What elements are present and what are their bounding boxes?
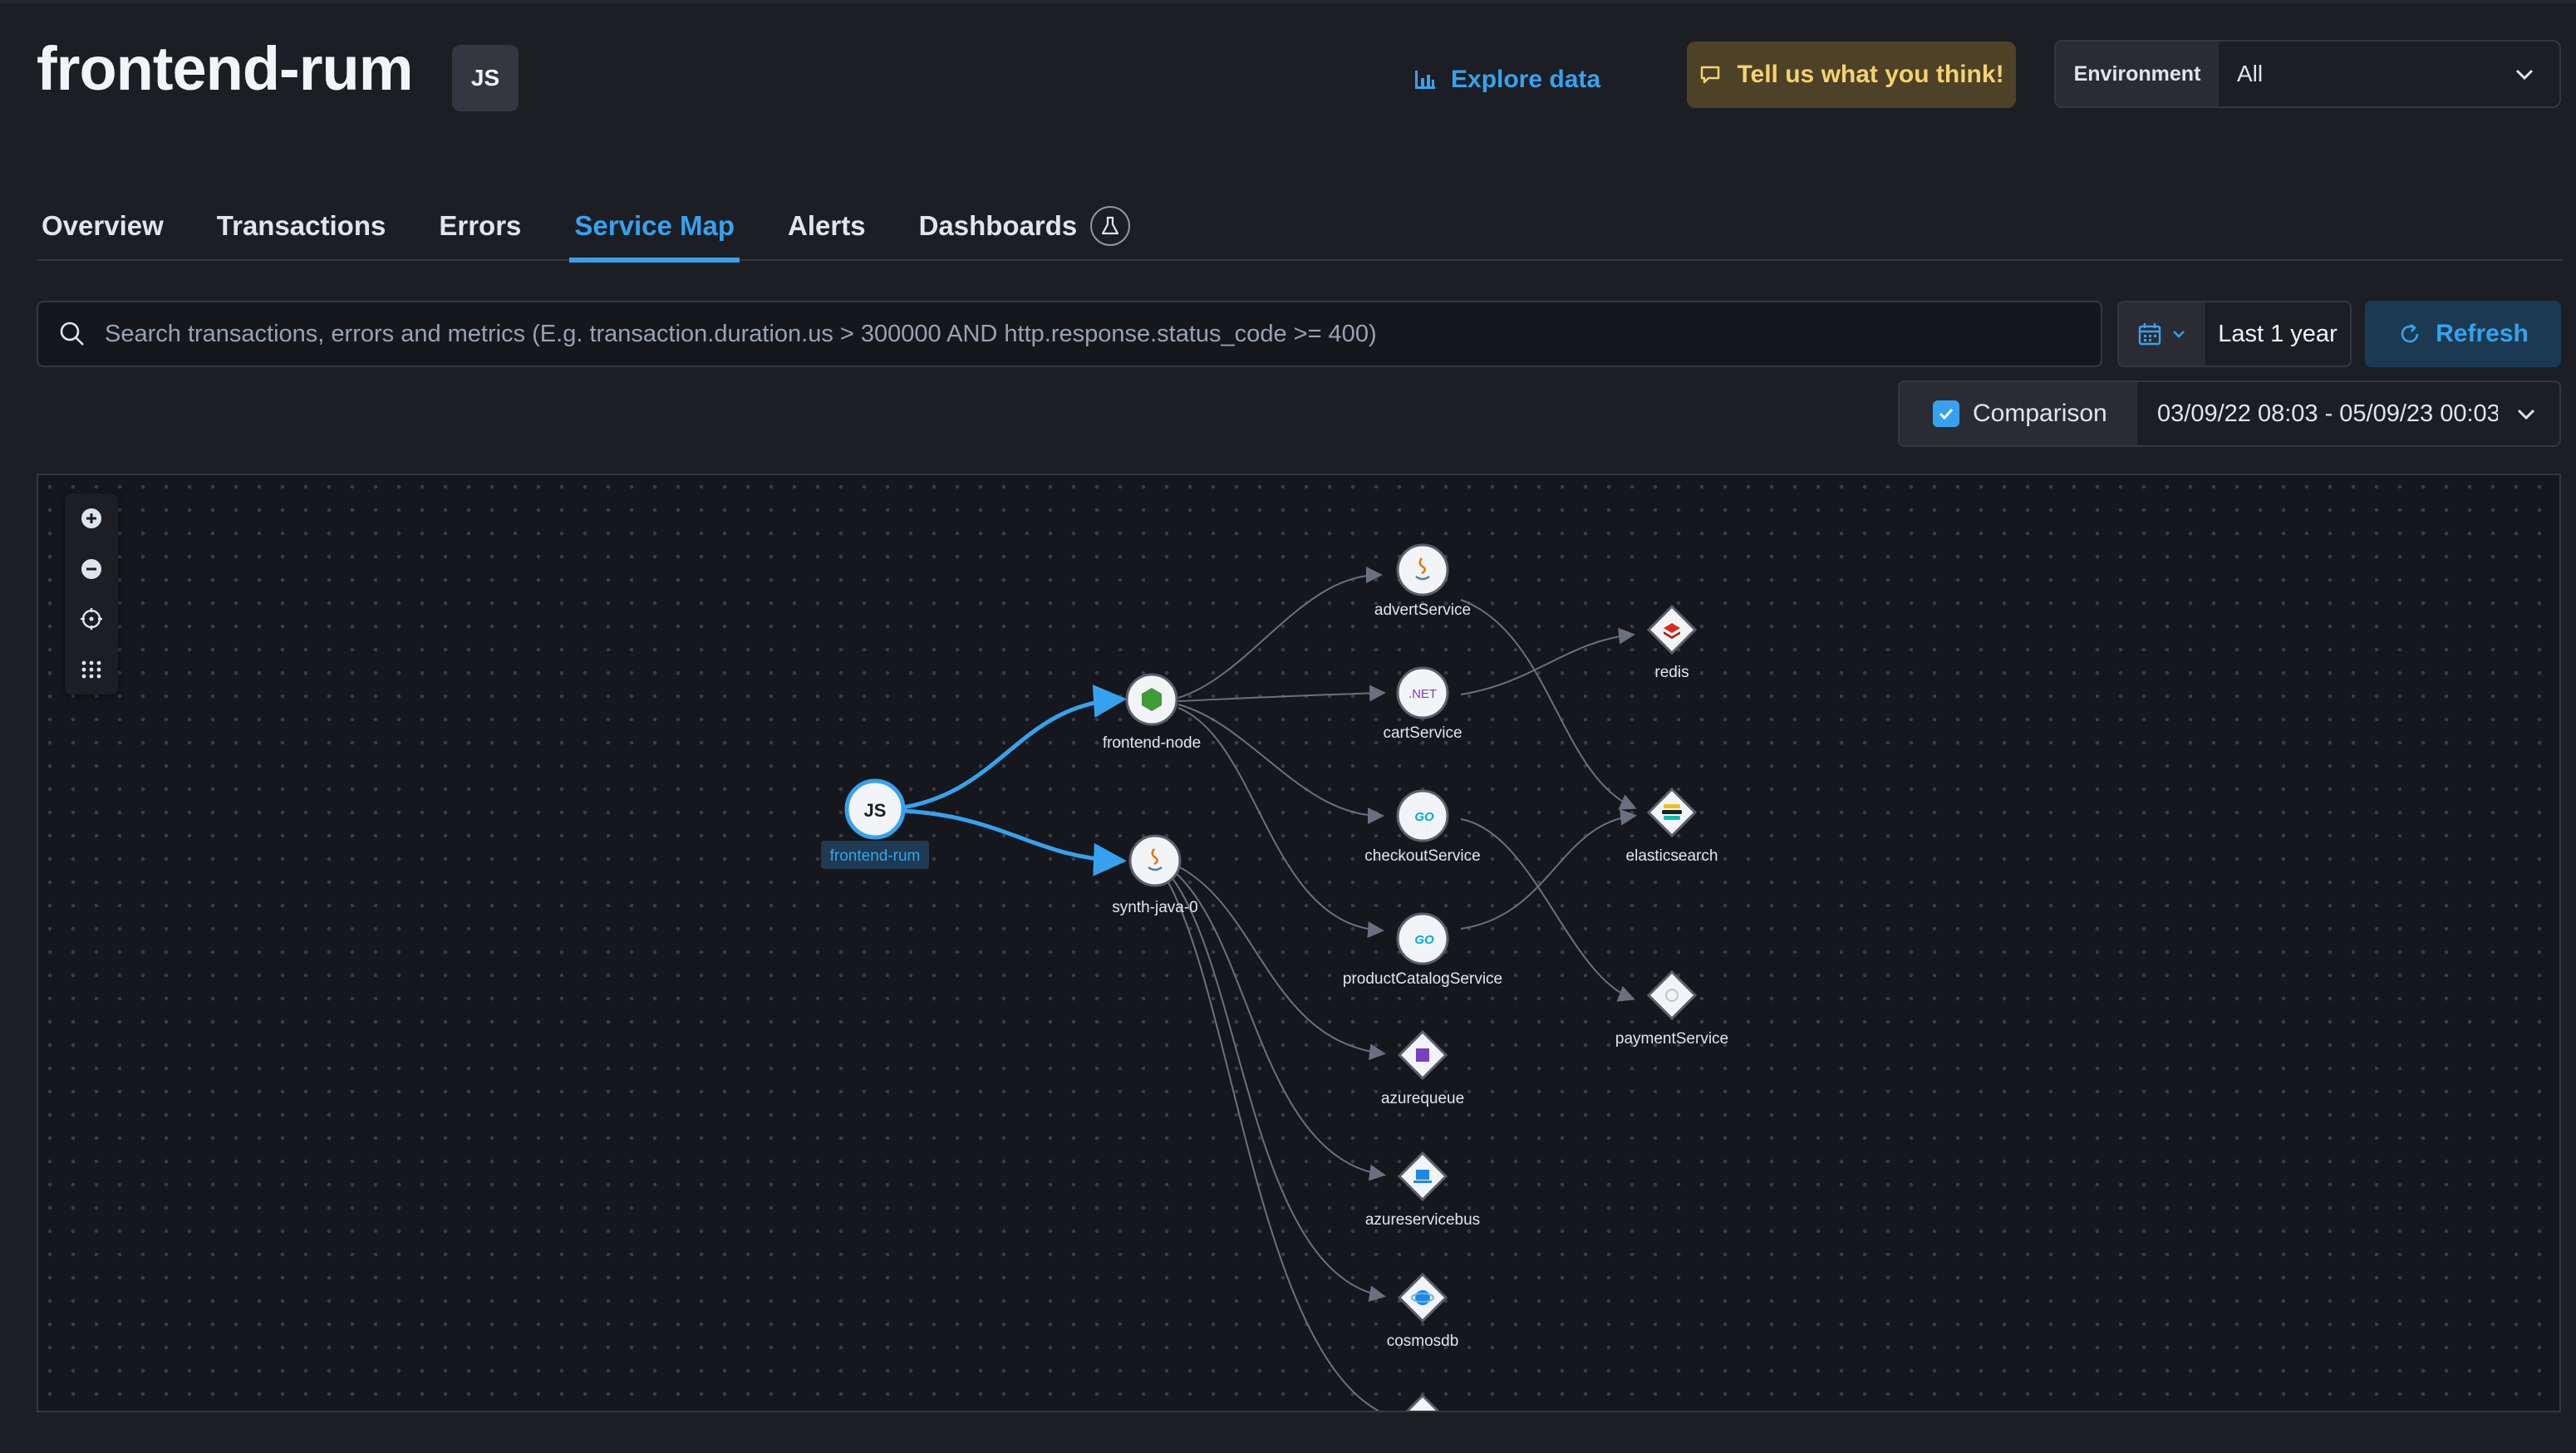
refresh-icon <box>2401 323 2419 343</box>
tab-dashboards-label: Dashboards <box>918 210 1078 241</box>
environment-select[interactable]: Environment All <box>2054 40 2561 108</box>
refresh-label: Refresh <box>2436 320 2529 347</box>
node-cart-service-label: cartService <box>1383 724 1462 742</box>
tab-dashboards[interactable]: Dashboards <box>914 191 1136 261</box>
azure-queue-icon <box>1416 1048 1429 1062</box>
agent-badge: JS <box>452 45 519 111</box>
explore-data-label: Explore data <box>1451 66 1601 93</box>
edge-product-elasticsearch <box>1460 808 1637 930</box>
crosshair-icon <box>81 608 102 631</box>
date-quick-menu-button[interactable] <box>2119 302 2205 366</box>
comparison-range-select[interactable]: 03/09/22 08:03 - 05/09/23 00:03 <box>2137 382 2559 445</box>
chevron-down-icon <box>2517 409 2535 420</box>
node-payment-service-label: paymentService <box>1615 1030 1728 1048</box>
edge-frontend-node-checkout <box>1177 704 1384 824</box>
edge-frontend-node-product <box>1177 707 1384 939</box>
node-advert-service-label: advertService <box>1374 601 1471 619</box>
comparison-label: Comparison <box>1973 400 2107 427</box>
node-frontend-node[interactable]: frontend-node <box>1103 673 1201 752</box>
node-elasticsearch-label: elasticsearch <box>1626 847 1718 865</box>
minus-circle-icon <box>81 558 101 579</box>
chevron-down-icon <box>2173 331 2185 338</box>
comparison-checkbox[interactable] <box>1933 400 1959 427</box>
node-checkout-service-label: checkoutService <box>1364 847 1480 865</box>
node-frontend-node-label: frontend-node <box>1103 734 1201 752</box>
environment-value-box[interactable]: All <box>2219 42 2559 106</box>
node-azureservicebus[interactable]: azureservicebus <box>1365 1151 1480 1229</box>
node-azurequeue-label: azurequeue <box>1381 1090 1464 1107</box>
map-controls <box>65 493 118 695</box>
explore-data-link[interactable]: Explore data <box>1413 60 1600 100</box>
tab-overview[interactable]: Overview <box>37 191 169 261</box>
node-synth-java-label: synth-java-0 <box>1112 899 1198 916</box>
edge-frontend-rum-frontend-node <box>902 685 1127 810</box>
plus-circle-icon <box>81 508 101 529</box>
node-product-catalog-service-label: productCatalogService <box>1343 970 1502 988</box>
node-synth-java[interactable]: synth-java-0 <box>1112 834 1198 916</box>
comparison-range-value: 03/09/22 08:03 - 05/09/23 00:03 <box>2157 400 2498 427</box>
tab-bar: Overview Transactions Errors Service Map… <box>37 191 2563 263</box>
node-azureservicebus-label: azureservicebus <box>1365 1211 1480 1229</box>
tab-transactions[interactable]: Transactions <box>212 191 391 261</box>
edge-advert-elasticsearch <box>1460 599 1637 810</box>
speech-bubble-icon <box>1701 66 1720 84</box>
comparison-control: Comparison 03/09/22 08:03 - 05/09/23 00:… <box>1898 380 2561 447</box>
feedback-button[interactable]: Tell us what you think! <box>1687 42 2016 108</box>
node-redis[interactable]: redis <box>1646 604 1698 681</box>
node-cosmosdb[interactable]: cosmosdb <box>1387 1272 1459 1350</box>
node-frontend-rum-icon: JS <box>864 800 887 821</box>
node-elasticsearch[interactable]: elasticsearch <box>1626 787 1718 865</box>
node-payment-service[interactable]: paymentService <box>1615 969 1728 1048</box>
search-bar[interactable] <box>37 301 2102 367</box>
edge-synth-azurequeue <box>1176 865 1386 1061</box>
page-title: frontend-rum <box>37 34 413 103</box>
go-icon: GO <box>1414 933 1434 947</box>
calendar-icon <box>2138 323 2161 346</box>
search-input[interactable] <box>105 320 2101 348</box>
grid-dots-icon <box>81 660 101 679</box>
tab-service-map[interactable]: Service Map <box>569 191 740 263</box>
checkmark-icon <box>1939 408 1954 420</box>
service-map-graph: JS frontend-rum frontend-node synth-java… <box>821 543 1728 1411</box>
date-picker[interactable]: Last 1 year <box>2117 301 2352 367</box>
top-border <box>0 0 2576 3</box>
edge-frontend-node-cart <box>1177 685 1386 702</box>
node-frontend-rum[interactable]: JS frontend-rum <box>821 778 929 869</box>
dotnet-icon: .NET <box>1408 687 1437 701</box>
node-advert-service[interactable]: advertService <box>1374 543 1471 619</box>
flask-icon <box>1090 206 1131 246</box>
node-cosmosdb-label: cosmosdb <box>1387 1333 1459 1350</box>
search-icon <box>60 322 84 346</box>
service-map-canvas[interactable]: JS frontend-rum frontend-node synth-java… <box>37 474 2561 1412</box>
tab-alerts[interactable]: Alerts <box>783 191 871 261</box>
refresh-button[interactable]: Refresh <box>2365 301 2561 367</box>
node-checkout-service[interactable]: GO checkoutService <box>1364 789 1481 865</box>
edge-synth-servicebus <box>1174 871 1386 1181</box>
zoom-out-button[interactable] <box>65 544 118 595</box>
node-offscreen <box>1405 1393 1440 1411</box>
azure-servicebus-icon <box>1413 1170 1432 1183</box>
edge-synth-offscreen <box>1168 881 1380 1411</box>
environment-label: Environment <box>2056 42 2219 106</box>
edge-frontend-node-advert <box>1177 567 1383 699</box>
date-range-label[interactable]: Last 1 year <box>2205 302 2350 366</box>
chevron-down-icon <box>2515 69 2534 81</box>
go-icon: GO <box>1414 810 1434 824</box>
node-cart-service[interactable]: .NET cartService <box>1383 666 1463 742</box>
tab-errors[interactable]: Errors <box>434 191 526 261</box>
environment-value: All <box>2237 61 2264 86</box>
edge-synth-cosmosdb <box>1171 876 1386 1303</box>
chart-icon <box>1415 71 1435 89</box>
node-azurequeue[interactable]: azurequeue <box>1381 1029 1464 1107</box>
zoom-in-button[interactable] <box>65 493 118 544</box>
edge-frontend-rum-synth-java <box>902 808 1127 876</box>
elasticsearch-icon <box>1662 804 1682 820</box>
node-frontend-rum-label: frontend-rum <box>830 847 921 865</box>
comparison-toggle[interactable]: Comparison <box>1900 382 2137 445</box>
feedback-label: Tell us what you think! <box>1737 61 2004 88</box>
view-full-map-button[interactable] <box>65 645 118 695</box>
edge-cart-redis <box>1460 627 1635 695</box>
center-map-button[interactable] <box>65 594 118 645</box>
node-redis-label: redis <box>1654 664 1689 681</box>
